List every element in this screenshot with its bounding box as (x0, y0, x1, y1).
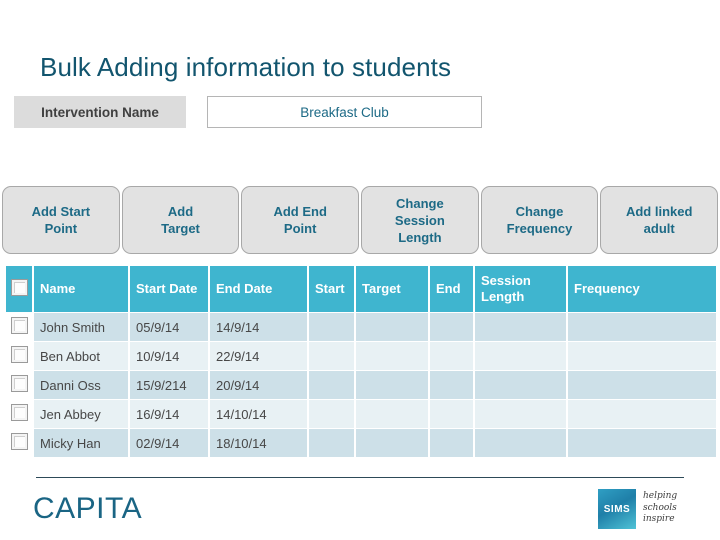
cell-end-date[interactable]: 22/9/14 (210, 342, 307, 370)
cell-name[interactable]: Danni Oss (34, 371, 128, 399)
cell-start[interactable] (309, 342, 354, 370)
column-header-name[interactable]: Name (34, 266, 128, 312)
column-header-frequency[interactable]: Frequency (568, 266, 716, 312)
intervention-name-field[interactable]: Breakfast Club (207, 96, 482, 128)
cell-end-date[interactable]: 18/10/14 (210, 429, 307, 457)
cell-end[interactable] (430, 400, 473, 428)
cell-end[interactable] (430, 429, 473, 457)
row-select-cell[interactable] (6, 342, 32, 370)
cell-session-length[interactable] (475, 371, 566, 399)
row-select-checkbox[interactable] (10, 317, 28, 334)
row-select-checkbox[interactable] (10, 346, 28, 363)
cell-start[interactable] (309, 371, 354, 399)
cell-end[interactable] (430, 313, 473, 341)
table-header-row: Name Start Date End Date Start Target En… (6, 266, 716, 312)
column-header-end-date[interactable]: End Date (210, 266, 307, 312)
change-session-length-button[interactable]: Change Session Length (361, 186, 479, 254)
cell-frequency[interactable] (568, 429, 716, 457)
table-row[interactable]: Ben Abbot 10/9/14 22/9/14 (6, 342, 716, 370)
cell-end[interactable] (430, 342, 473, 370)
cell-end-date[interactable]: 20/9/14 (210, 371, 307, 399)
cell-session-length[interactable] (475, 313, 566, 341)
cell-frequency[interactable] (568, 342, 716, 370)
column-header-start[interactable]: Start (309, 266, 354, 312)
cell-frequency[interactable] (568, 313, 716, 341)
cell-start-date[interactable]: 16/9/14 (130, 400, 208, 428)
add-end-point-button[interactable]: Add End Point (241, 186, 360, 254)
change-frequency-button[interactable]: Change Frequency (480, 186, 599, 254)
cell-start-date[interactable]: 15/9/214 (130, 371, 208, 399)
capita-logo: CAPITA (33, 492, 143, 525)
cell-target[interactable] (356, 429, 428, 457)
row-select-cell[interactable] (6, 400, 32, 428)
cell-target[interactable] (356, 400, 428, 428)
cell-session-length[interactable] (475, 342, 566, 370)
intervention-name-label: Intervention Name (14, 96, 186, 128)
cell-name[interactable]: John Smith (34, 313, 128, 341)
intervention-name-row: Intervention Name Breakfast Club (14, 96, 482, 128)
cell-target[interactable] (356, 342, 428, 370)
cell-start-date[interactable]: 10/9/14 (130, 342, 208, 370)
table-row[interactable]: Danni Oss 15/9/214 20/9/14 (6, 371, 716, 399)
cell-session-length[interactable] (475, 400, 566, 428)
cell-frequency[interactable] (568, 400, 716, 428)
table-row[interactable]: Jen Abbey 16/9/14 14/10/14 (6, 400, 716, 428)
sims-logo-text: SIMS (603, 503, 631, 515)
cell-end-date[interactable]: 14/10/14 (210, 400, 307, 428)
add-linked-adult-button[interactable]: Add linked adult (600, 186, 719, 254)
cell-start-date[interactable]: 05/9/14 (130, 313, 208, 341)
column-header-session-length[interactable]: Session Length (475, 266, 566, 312)
add-start-point-button[interactable]: Add Start Point (2, 186, 120, 254)
column-header-start-date[interactable]: Start Date (130, 266, 208, 312)
cell-target[interactable] (356, 313, 428, 341)
sims-logo: SIMS helping schools inspire (598, 489, 677, 529)
cell-name[interactable]: Jen Abbey (34, 400, 128, 428)
cell-end-date[interactable]: 14/9/14 (210, 313, 307, 341)
row-select-checkbox[interactable] (10, 404, 28, 421)
table-row[interactable]: Micky Han 02/9/14 18/10/14 (6, 429, 716, 457)
page-title: Bulk Adding information to students (40, 52, 452, 82)
footer-divider (36, 477, 684, 478)
table-body: John Smith 05/9/14 14/9/14 Ben Abbot 10/9/14… (6, 313, 716, 457)
cell-name[interactable]: Ben Abbot (34, 342, 128, 370)
sims-tagline: helping schools inspire (643, 491, 678, 524)
table-row[interactable]: John Smith 05/9/14 14/9/14 (6, 313, 716, 341)
cell-target[interactable] (356, 371, 428, 399)
sims-logo-mark: SIMS (598, 489, 636, 529)
select-all-header[interactable] (6, 266, 32, 312)
row-select-cell[interactable] (6, 371, 32, 399)
column-header-target[interactable]: Target (356, 266, 428, 312)
select-all-checkbox[interactable] (10, 278, 28, 296)
column-header-end[interactable]: End (430, 266, 473, 312)
cell-name[interactable]: Micky Han (34, 429, 128, 457)
cell-end[interactable] (430, 371, 473, 399)
cell-session-length[interactable] (475, 429, 566, 457)
students-table: Name Start Date End Date Start Target En… (4, 265, 718, 458)
row-select-cell[interactable] (6, 429, 32, 457)
row-select-checkbox[interactable] (10, 375, 28, 392)
cell-frequency[interactable] (568, 371, 716, 399)
row-select-cell[interactable] (6, 313, 32, 341)
cell-start[interactable] (309, 313, 354, 341)
cell-start[interactable] (309, 400, 354, 428)
cell-start[interactable] (309, 429, 354, 457)
action-button-bar: Add Start Point Add Target Add End Point Ch… (2, 186, 719, 254)
cell-start-date[interactable]: 02/9/14 (130, 429, 208, 457)
add-target-button[interactable]: Add Target (121, 186, 240, 254)
row-select-checkbox[interactable] (10, 433, 28, 450)
